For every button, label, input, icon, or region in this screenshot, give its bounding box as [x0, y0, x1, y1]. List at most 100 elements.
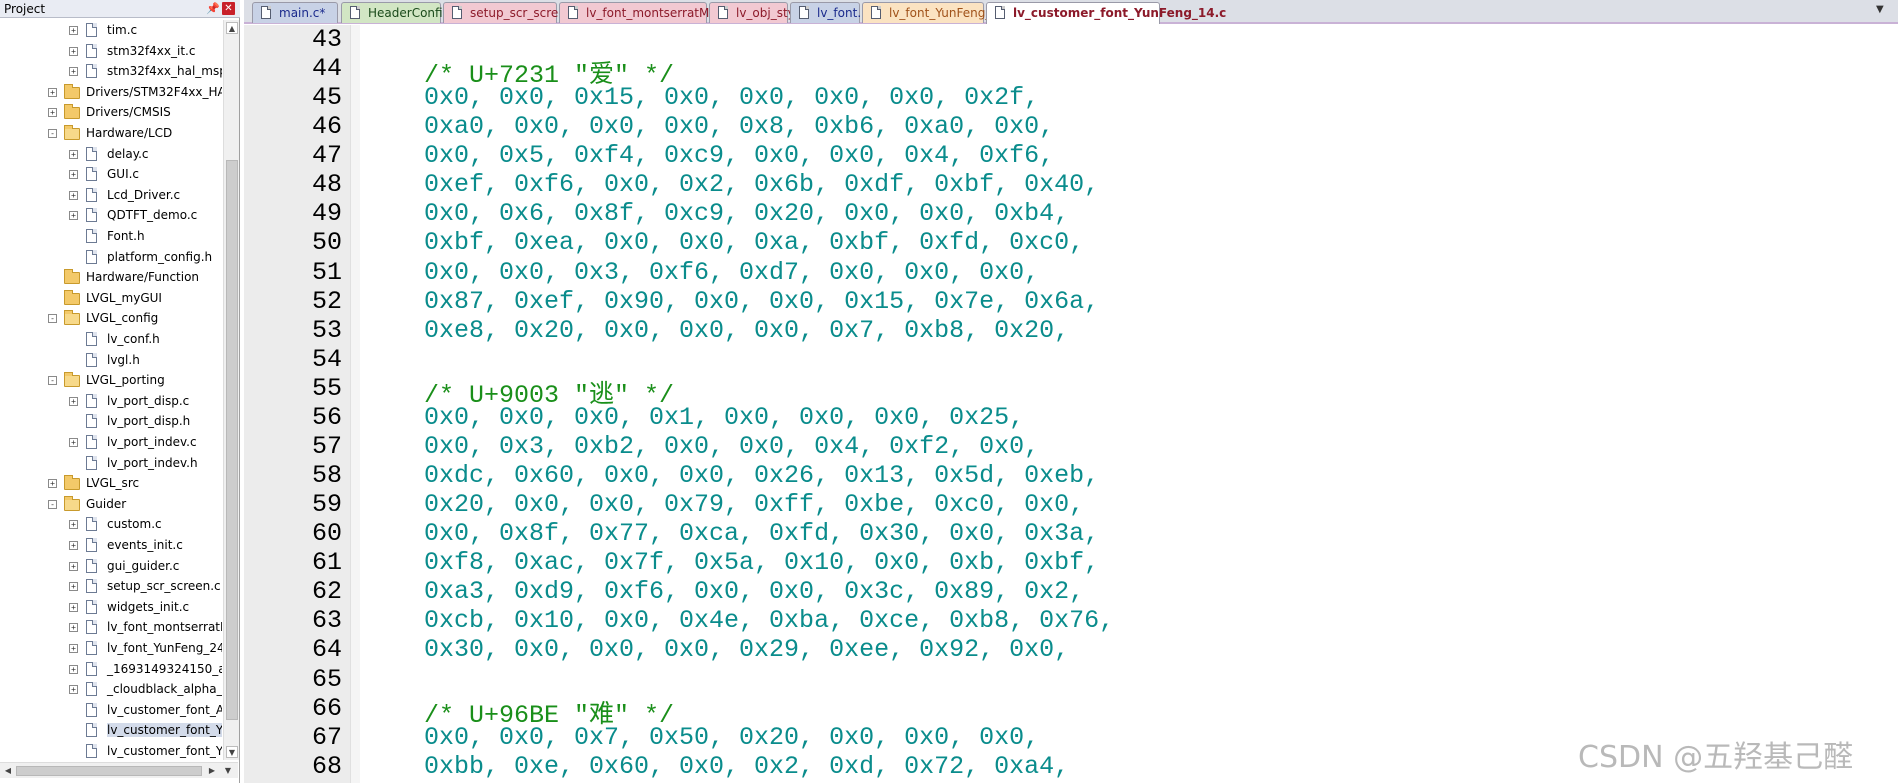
- expand-icon[interactable]: +: [69, 541, 78, 550]
- expand-icon[interactable]: +: [69, 67, 78, 77]
- code-line[interactable]: 0x20, 0x0, 0x0, 0x79, 0xff, 0xbe, 0xc0, …: [424, 490, 1084, 519]
- tree-file[interactable]: + QDTFT_demo.c: [0, 205, 222, 225]
- expand-icon[interactable]: +: [69, 46, 78, 56]
- tree-file[interactable]: + lv_port_disp.c: [0, 391, 222, 411]
- editor-tab[interactable]: HeaderConfig.h: [341, 2, 462, 23]
- expand-icon[interactable]: +: [69, 149, 78, 159]
- tree-file[interactable]: platform_config.h: [0, 247, 222, 267]
- pin-icon[interactable]: 📌: [206, 2, 220, 15]
- collapse-icon[interactable]: -: [48, 129, 57, 138]
- expand-icon[interactable]: +: [69, 190, 78, 200]
- tree-file[interactable]: Font.h: [0, 226, 222, 246]
- tree-file[interactable]: lvgl.h: [0, 350, 222, 370]
- tree-folder[interactable]: - Hardware/LCD: [0, 123, 222, 143]
- code-line[interactable]: 0x0, 0x3, 0xb2, 0x0, 0x0, 0x4, 0xf2, 0x0…: [424, 432, 1039, 461]
- code-line[interactable]: 0xbf, 0xea, 0x0, 0x0, 0xa, 0xbf, 0xfd, 0…: [424, 228, 1084, 257]
- tree-file[interactable]: lv_customer_font_Yun: [0, 720, 222, 740]
- tree-file[interactable]: + Lcd_Driver.c: [0, 185, 222, 205]
- code-line[interactable]: 0xf8, 0xac, 0x7f, 0x5a, 0x10, 0x0, 0xb, …: [424, 548, 1099, 577]
- tree-file[interactable]: lv_customer_font_Am: [0, 700, 222, 720]
- horizontal-scroll-thumb[interactable]: [16, 766, 202, 776]
- code-line[interactable]: 0xa0, 0x0, 0x0, 0x0, 0x8, 0xb6, 0xa0, 0x…: [424, 112, 1054, 141]
- tree-file[interactable]: + GUI.c: [0, 164, 222, 184]
- editor-tab[interactable]: setup_scr_screen.c: [443, 2, 584, 23]
- expand-icon[interactable]: +: [69, 520, 78, 530]
- code-line[interactable]: 0x0, 0x0, 0x0, 0x1, 0x0, 0x0, 0x0, 0x25,: [424, 403, 1024, 432]
- code-line[interactable]: 0xcb, 0x10, 0x0, 0x4e, 0xba, 0xce, 0xb8,…: [424, 606, 1114, 635]
- editor-tab[interactable]: lv_obj_style_gen.c: [709, 2, 845, 23]
- expand-icon[interactable]: +: [69, 644, 78, 653]
- expand-icon[interactable]: +: [69, 396, 78, 406]
- close-icon[interactable]: ✕: [222, 2, 235, 15]
- code-line[interactable]: 0xbb, 0xe, 0x60, 0x0, 0x2, 0xd, 0x72, 0x…: [424, 752, 1069, 781]
- code-line[interactable]: 0x0, 0x6, 0x8f, 0xc9, 0x20, 0x0, 0x0, 0x…: [424, 199, 1069, 228]
- tab-list-dropdown-icon[interactable]: ▼: [1876, 4, 1884, 15]
- code-line[interactable]: 0x87, 0xef, 0x90, 0x0, 0x0, 0x15, 0x7e, …: [424, 287, 1099, 316]
- expand-icon[interactable]: +: [69, 170, 78, 180]
- expand-icon[interactable]: +: [69, 602, 78, 612]
- editor-tab[interactable]: main.c*: [252, 2, 338, 23]
- code-line[interactable]: 0x0, 0x0, 0x15, 0x0, 0x0, 0x0, 0x0, 0x2f…: [424, 83, 1039, 112]
- scroll-left-arrow-icon[interactable]: ◀: [2, 765, 14, 777]
- tree-file[interactable]: lv_customer_font_Yun: [0, 741, 222, 760]
- tree-file[interactable]: + gui_guider.c: [0, 556, 222, 576]
- scroll-down-arrow-icon[interactable]: ▼: [222, 765, 234, 777]
- tree-file[interactable]: + _cloudblack_alpha_16: [0, 679, 222, 699]
- code-line[interactable]: 0xe8, 0x20, 0x0, 0x0, 0x0, 0x7, 0xb8, 0x…: [424, 316, 1069, 345]
- tree-file[interactable]: + lv_font_montserratMe: [0, 617, 222, 637]
- tree-file[interactable]: lv_conf.h: [0, 329, 222, 349]
- code-line[interactable]: 0xdc, 0x60, 0x0, 0x0, 0x26, 0x13, 0x5d, …: [424, 461, 1099, 490]
- expand-icon[interactable]: +: [69, 664, 78, 674]
- code-line[interactable]: 0x0, 0x0, 0x3, 0xf6, 0xd7, 0x0, 0x0, 0x0…: [424, 258, 1039, 287]
- code-editor[interactable]: 43 44 45 46 47 48 49 50 51 52 53 54 55 56 57 58 59 60 61 62…: [244, 25, 1898, 783]
- scroll-thumb[interactable]: [226, 160, 238, 720]
- tree-folder[interactable]: + LVGL_src: [0, 473, 222, 493]
- tree-file[interactable]: + _1693149324150_alpha: [0, 659, 222, 679]
- tree-file[interactable]: + custom.c: [0, 514, 222, 534]
- tree-file[interactable]: + lv_font_YunFeng_24.c: [0, 638, 222, 658]
- code-line[interactable]: 0xef, 0xf6, 0x0, 0x2, 0x6b, 0xdf, 0xbf, …: [424, 170, 1099, 199]
- expand-icon[interactable]: +: [48, 108, 57, 118]
- tree-file[interactable]: + events_init.c: [0, 535, 222, 555]
- project-horizontal-scrollbar[interactable]: ◀ ▶ ▼: [0, 762, 238, 778]
- tree-file[interactable]: + widgets_init.c: [0, 597, 222, 617]
- tree-file[interactable]: + lv_port_indev.c: [0, 432, 222, 452]
- editor-tab[interactable]: lv_font_montserratMedium_16.c: [559, 2, 779, 23]
- tree-file[interactable]: + stm32f4xx_it.c: [0, 41, 222, 61]
- tree-file[interactable]: lv_port_indev.h: [0, 453, 222, 473]
- collapse-icon[interactable]: -: [48, 499, 57, 509]
- tree-file[interactable]: + stm32f4xx_hal_msp.c: [0, 61, 222, 81]
- scroll-down-arrow-icon[interactable]: ▼: [226, 746, 238, 758]
- editor-tab[interactable]: lv_font_YunFeng_24.c: [862, 2, 1017, 23]
- tree-folder[interactable]: + Drivers/STM32F4xx_HAL_: [0, 82, 222, 102]
- expand-icon[interactable]: +: [69, 561, 78, 571]
- code-line[interactable]: 0x30, 0x0, 0x0, 0x0, 0x29, 0xee, 0x92, 0…: [424, 635, 1069, 664]
- tree-file[interactable]: + tim.c: [0, 20, 222, 40]
- expand-icon[interactable]: +: [69, 582, 78, 592]
- code-line[interactable]: 0x0, 0x8f, 0x77, 0xca, 0xfd, 0x30, 0x0, …: [424, 519, 1099, 548]
- collapse-icon[interactable]: -: [48, 376, 57, 386]
- expand-icon[interactable]: +: [69, 438, 78, 447]
- editor-tab[interactable]: lv_font.h: [790, 2, 869, 23]
- tree-file[interactable]: + setup_scr_screen.c: [0, 576, 222, 596]
- tree-folder[interactable]: - LVGL_config: [0, 308, 222, 328]
- expand-icon[interactable]: +: [69, 685, 78, 695]
- code-line[interactable]: 0x0, 0x0, 0x7, 0x50, 0x20, 0x0, 0x0, 0x0…: [424, 723, 1039, 752]
- collapse-icon[interactable]: -: [48, 314, 57, 324]
- code-line[interactable]: 0xa3, 0xd9, 0xf6, 0x0, 0x0, 0x3c, 0x89, …: [424, 577, 1084, 606]
- tree-file[interactable]: lv_port_disp.h: [0, 411, 222, 431]
- expand-icon[interactable]: +: [48, 479, 57, 489]
- tree-folder[interactable]: Hardware/Function: [0, 267, 222, 287]
- expand-icon[interactable]: +: [69, 26, 78, 35]
- tree-folder[interactable]: - Guider: [0, 494, 222, 514]
- expand-icon[interactable]: +: [48, 87, 57, 97]
- tree-file[interactable]: + delay.c: [0, 144, 222, 164]
- tree-folder[interactable]: + Drivers/CMSIS: [0, 102, 222, 122]
- scroll-right-arrow-icon[interactable]: ▶: [206, 765, 218, 777]
- tree-folder[interactable]: - LVGL_porting: [0, 370, 222, 390]
- code-line[interactable]: 0x0, 0x5, 0xf4, 0xc9, 0x0, 0x0, 0x4, 0xf…: [424, 141, 1054, 170]
- expand-icon[interactable]: +: [69, 623, 78, 633]
- editor-tab[interactable]: lv_customer_font_YunFeng_14.c: [986, 2, 1226, 24]
- tree-folder[interactable]: LVGL_myGUI: [0, 288, 222, 308]
- project-vertical-scrollbar[interactable]: ▲ ▼: [223, 20, 239, 760]
